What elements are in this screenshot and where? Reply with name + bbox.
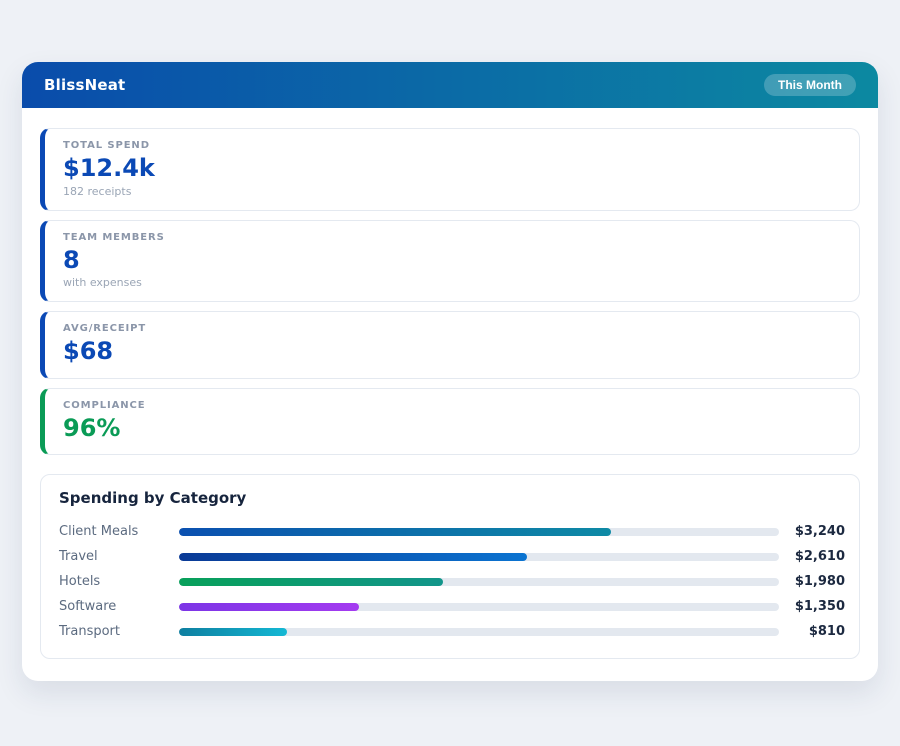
stat-label: AVG/RECEIPT — [63, 323, 147, 335]
stat-value: $12.4k — [63, 154, 155, 182]
stat-card-team-members: TEAM MEMBERS 8 with expenses — [40, 219, 860, 303]
bar-fill — [179, 602, 359, 611]
dashboard-card: BlissNeat This Month TOTAL SPEND $12.4k … — [22, 62, 878, 682]
bar-track — [179, 552, 779, 561]
chart-title: Spending by Category — [59, 489, 247, 508]
stat-card-avg-receipt: AVG/RECEIPT $68 — [40, 311, 860, 379]
category-label: Travel — [59, 549, 98, 565]
dashboard-content: TOTAL SPEND $12.4k 182 receipts TEAM MEM… — [22, 108, 878, 681]
bar-track — [179, 627, 779, 636]
category-value: $2,610 — [794, 549, 845, 565]
stat-card-compliance: COMPLIANCE 96% — [40, 387, 860, 456]
category-label: Client Meals — [59, 524, 139, 540]
category-value: $1,350 — [794, 599, 845, 615]
stat-value: 8 — [63, 245, 80, 274]
chart-row-travel: Travel $2,610 — [59, 544, 845, 569]
app-title: BlissNeat — [44, 76, 126, 94]
chart-row-hotels: Hotels $1,980 — [59, 569, 845, 594]
stat-value: $68 — [63, 337, 114, 366]
spending-by-category-card: Spending by Category Client Meals $3,240… — [40, 474, 860, 660]
category-label: Hotels — [59, 574, 101, 590]
bar-fill — [179, 577, 443, 586]
stat-card-total-spend: TOTAL SPEND $12.4k 182 receipts — [40, 128, 860, 211]
bar-fill — [179, 527, 611, 536]
chart-row-transport: Transport $810 — [59, 619, 845, 644]
stat-label: COMPLIANCE — [63, 399, 146, 411]
chart-row-software: Software $1,350 — [59, 594, 845, 619]
stat-value: 96% — [63, 413, 121, 442]
bar-track — [179, 577, 779, 586]
app-header: BlissNeat This Month — [22, 62, 878, 108]
bar-fill — [179, 627, 287, 636]
stat-label: TOTAL SPEND — [63, 140, 150, 151]
category-value: $3,240 — [794, 524, 845, 540]
bar-track — [179, 602, 779, 611]
category-value: $1,980 — [794, 574, 845, 590]
chart-row-client-meals: Client Meals $3,240 — [59, 519, 845, 544]
bar-track — [179, 527, 779, 536]
category-label: Transport — [59, 624, 121, 640]
category-value: $810 — [808, 624, 845, 640]
bar-fill — [179, 552, 527, 561]
stat-subtext: 182 receipts — [63, 184, 132, 198]
stat-label: TEAM MEMBERS — [63, 231, 165, 243]
category-label: Software — [59, 599, 117, 615]
period-badge[interactable]: This Month — [764, 74, 856, 96]
stat-subtext: with expenses — [63, 276, 142, 290]
